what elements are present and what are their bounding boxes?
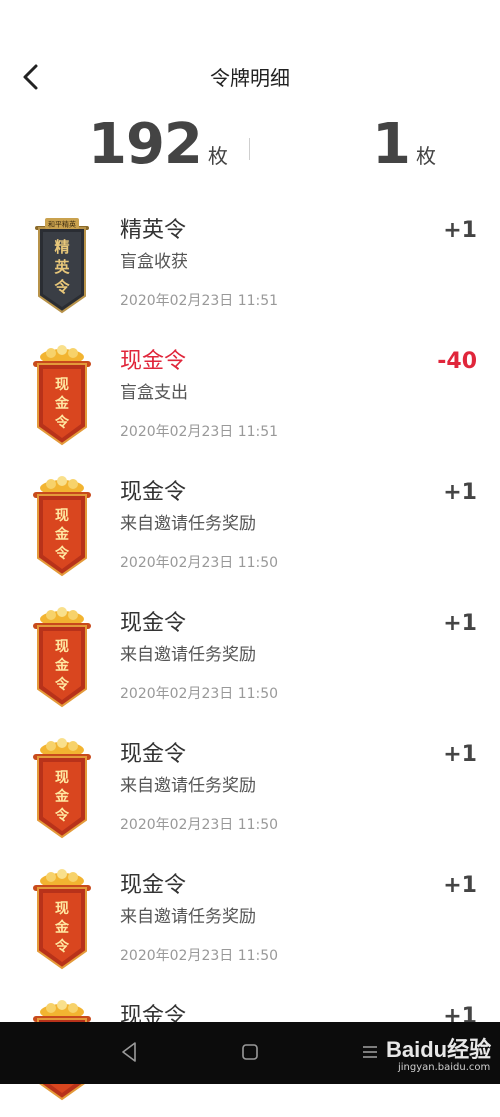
badge-char-2: 英: [54, 258, 70, 276]
badge-char-1: 现: [55, 377, 69, 393]
summary-right: 1 枚: [372, 112, 436, 177]
record-time: 2020年02月23日 11:51: [120, 293, 279, 309]
watermark-site: jingyan.baidu.com: [398, 1062, 491, 1073]
record-row[interactable]: 现 金 令 现金令 盲盒支出 2020年02月23日 11:51 -40: [0, 331, 500, 462]
cash-badge-icon: 现 金 令: [33, 476, 91, 577]
badge-banner-text: 和平精英: [48, 220, 76, 229]
badge-char-1: 精: [54, 238, 69, 256]
record-amount: +1: [443, 480, 477, 505]
badge-char-2: 金: [54, 395, 70, 412]
badge-char-2: 金: [54, 657, 70, 674]
record-amount: +1: [443, 611, 477, 636]
record-title: 现金令: [120, 349, 187, 374]
record-amount: +1: [443, 742, 477, 767]
badge-char-3: 令: [54, 938, 70, 955]
app-header: 令牌明细: [0, 48, 500, 104]
cash-badge-icon: 现 金 令: [33, 607, 91, 708]
record-amount: +1: [443, 873, 477, 898]
record-title: 现金令: [120, 873, 187, 898]
badge-char-3: 令: [54, 414, 70, 431]
record-time: 2020年02月23日 11:50: [120, 686, 279, 702]
summary-left-unit: 枚: [207, 144, 228, 168]
record-row[interactable]: 现 金 令 现金令 来自邀请任务奖励 2020年02月23日 11:50 +1: [0, 462, 500, 593]
menu-lines-icon[interactable]: [360, 1040, 380, 1064]
home-square-icon[interactable]: [240, 1040, 260, 1064]
record-row[interactable]: 现 金 令 现金令 来自邀请任务奖励 2020年02月23日 11:50 +1: [0, 724, 500, 855]
summary-right-count: 1: [372, 112, 411, 177]
cash-badge-icon: 现 金 令: [33, 869, 91, 970]
record-source: 盲盒收获: [120, 252, 188, 272]
record-amount: -40: [437, 349, 477, 374]
badge-char-3: 令: [54, 278, 70, 296]
token-summary: 192 枚 1 枚: [0, 112, 500, 188]
record-row[interactable]: 现 金 令 现金令 来自邀请任务奖励 2020年02月23日 11:50 +1: [0, 593, 500, 724]
badge-char-2: 金: [54, 526, 70, 543]
cash-badge-icon: 现 金 令: [33, 738, 91, 839]
summary-right-unit: 枚: [415, 144, 436, 168]
record-source: 盲盒支出: [120, 383, 188, 403]
record-row[interactable]: 现 金 令 现金令 来自邀请任务奖励 2020年02月23日 11:50 +1: [0, 855, 500, 986]
record-title: 精英令: [120, 218, 187, 243]
record-title: 现金令: [120, 611, 187, 636]
badge-char-3: 令: [54, 807, 70, 824]
baidu-watermark: Bai⁠du经验 jingyan.baidu.com: [382, 1028, 497, 1078]
record-time: 2020年02月23日 11:50: [120, 555, 279, 571]
page-title: 令牌明细: [210, 66, 290, 90]
badge-char-1: 现: [55, 770, 69, 786]
record-row[interactable]: 和平精英 精 英 令 精英令 盲盒收获 2020年02月23日 11:51 +1: [0, 200, 500, 331]
record-time: 2020年02月23日 11:51: [120, 424, 279, 440]
summary-divider: [249, 138, 250, 160]
record-source: 来自邀请任务奖励: [120, 907, 256, 927]
record-amount: +1: [443, 218, 477, 243]
badge-char-1: 现: [55, 639, 69, 655]
summary-left: 192 枚: [88, 112, 228, 177]
back-triangle-icon[interactable]: [118, 1040, 140, 1064]
watermark-brand: Bai⁠du经验: [386, 1037, 492, 1062]
record-source: 来自邀请任务奖励: [120, 645, 256, 665]
summary-left-count: 192: [88, 112, 203, 177]
badge-char-3: 令: [54, 676, 70, 693]
record-source: 来自邀请任务奖励: [120, 514, 256, 534]
record-time: 2020年02月23日 11:50: [120, 948, 279, 964]
record-source: 来自邀请任务奖励: [120, 776, 256, 796]
record-time: 2020年02月23日 11:50: [120, 817, 279, 833]
record-list: 和平精英 精 英 令 精英令 盲盒收获 2020年02月23日 11:51 +1 现 …: [0, 200, 500, 1117]
badge-char-1: 现: [55, 901, 69, 917]
cash-badge-icon: 现 金 令: [33, 345, 91, 446]
record-title: 现金令: [120, 742, 187, 767]
record-title: 现金令: [120, 480, 187, 505]
badge-char-2: 金: [54, 919, 70, 936]
badge-char-2: 金: [54, 788, 70, 805]
badge-char-1: 现: [55, 508, 69, 524]
elite-badge-icon: 和平精英 精 英 令: [35, 218, 89, 314]
badge-char-3: 令: [54, 545, 70, 562]
